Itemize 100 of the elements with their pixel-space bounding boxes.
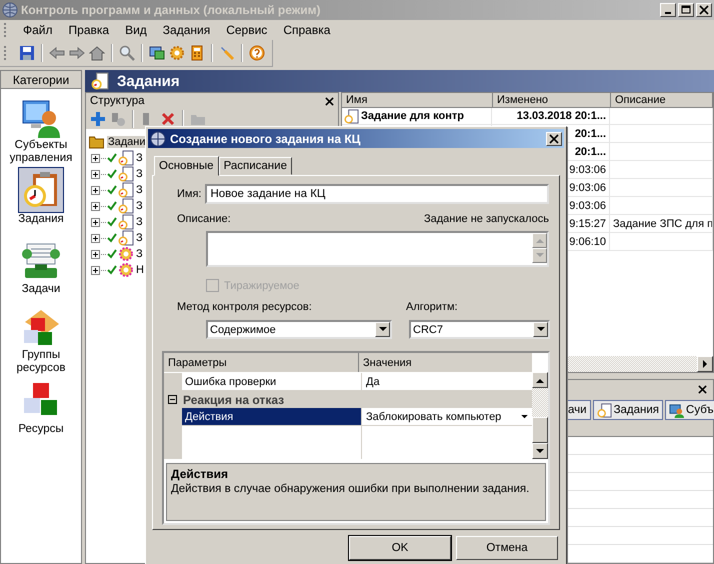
dialog-title: Создание нового задания на КЦ <box>170 132 362 146</box>
maximize-icon <box>681 5 691 15</box>
expand-icon[interactable] <box>91 202 100 210</box>
category-label: Задачи <box>22 283 60 296</box>
clipboard-icon <box>596 402 612 418</box>
tree-item[interactable]: З <box>136 232 143 244</box>
category-label: Субъекты управления <box>8 139 74 165</box>
panel-tab[interactable]: Субъ <box>665 400 714 420</box>
description-field[interactable] <box>206 231 549 267</box>
name-field[interactable]: Новое задание на КЦ <box>205 184 549 204</box>
section-title: Задания <box>117 72 180 90</box>
minimize-button[interactable] <box>660 3 676 17</box>
menu-item[interactable]: Задания <box>154 23 218 37</box>
tree-item[interactable]: Задани <box>107 136 147 148</box>
menu-item[interactable]: Вид <box>117 23 155 37</box>
property-name[interactable]: Ошибка проверки <box>182 373 362 390</box>
property-value[interactable]: Да <box>366 376 380 388</box>
search-icon[interactable] <box>119 45 135 61</box>
method-dropdown[interactable]: Содержимое <box>206 320 392 339</box>
clipboard-clock-icon <box>118 182 134 198</box>
forward-arrow-icon[interactable] <box>69 45 85 61</box>
home-icon[interactable] <box>89 45 105 61</box>
close-button[interactable] <box>696 3 712 17</box>
category-item[interactable]: Задачи <box>1 229 81 299</box>
tree-item[interactable]: З <box>136 216 143 228</box>
status-text: Задание не запускалось <box>424 213 549 225</box>
expand-icon[interactable] <box>91 170 100 178</box>
property-name[interactable]: Действия <box>182 408 362 425</box>
gear-icon <box>118 262 134 278</box>
tree-item[interactable]: З <box>136 248 143 260</box>
close-icon <box>699 5 709 15</box>
monitor-icon[interactable] <box>149 45 165 61</box>
save-icon[interactable] <box>19 45 35 61</box>
expand-icon[interactable] <box>91 154 100 162</box>
expand-icon[interactable] <box>91 266 100 274</box>
right-arrow-icon[interactable] <box>701 360 709 368</box>
back-arrow-icon[interactable] <box>49 45 65 61</box>
menu-item[interactable]: Справка <box>275 23 338 37</box>
dropdown-arrow-icon[interactable] <box>521 414 528 418</box>
close-icon[interactable] <box>325 96 334 106</box>
expand-icon[interactable] <box>91 250 100 258</box>
column-header[interactable]: Изменено <box>493 93 611 107</box>
category-label: Ресурсы <box>18 423 64 436</box>
column-header[interactable]: Описание <box>611 93 713 107</box>
help-title: Действия <box>171 467 230 481</box>
menu-item[interactable]: Сервис <box>218 23 276 37</box>
clipboard-clock-icon <box>118 230 134 246</box>
delete-icon[interactable] <box>160 111 176 127</box>
scroll-up-button[interactable] <box>532 233 547 248</box>
table-cell: 9:03:06 <box>569 182 606 194</box>
category-label: Группы ресурсов <box>16 349 66 375</box>
down-arrow-icon[interactable] <box>536 448 544 454</box>
tree-item[interactable]: З <box>136 152 143 164</box>
clipboard-clock-icon <box>118 166 134 182</box>
tree-item[interactable]: З <box>136 184 143 196</box>
add-icon[interactable] <box>90 111 106 127</box>
dropdown-arrow-icon <box>378 327 386 332</box>
tab[interactable]: Основные <box>154 156 219 176</box>
table-cell: 9:03:06 <box>569 164 606 176</box>
property-value[interactable]: Заблокировать компьютер <box>366 410 502 422</box>
expand-icon[interactable] <box>91 186 100 194</box>
scroll-down-button[interactable] <box>532 248 547 263</box>
column-header[interactable]: Имя <box>342 93 493 107</box>
column-header: Параметры <box>164 353 359 372</box>
tree-item[interactable]: З <box>136 200 143 212</box>
dialog-button[interactable]: Отмена <box>456 536 558 560</box>
expand-icon[interactable] <box>91 218 100 226</box>
menu-item[interactable]: Правка <box>60 23 118 37</box>
close-button[interactable] <box>546 132 562 146</box>
clipboard-clock-icon <box>118 214 134 230</box>
dialog-button[interactable]: OK <box>349 536 451 560</box>
tab[interactable]: Расписание <box>218 157 292 175</box>
calculator-icon[interactable] <box>189 45 205 61</box>
minimize-icon <box>665 12 671 14</box>
panel-title: Структура <box>90 95 145 107</box>
window-title: Контроль программ и данных (локальный режим) <box>21 3 322 17</box>
computer-user-icon <box>669 402 684 418</box>
category-name: Реакция на отказ <box>183 392 284 406</box>
menu-item[interactable]: Файл <box>15 23 61 37</box>
algorithm-dropdown[interactable]: CRC7 <box>409 320 550 339</box>
table-cell: Задание ЗПС для п <box>613 218 712 230</box>
tree-item[interactable]: З <box>136 168 143 180</box>
collapse-icon[interactable] <box>168 395 177 404</box>
clipboard-clock-icon <box>118 150 134 166</box>
close-icon[interactable] <box>698 384 707 394</box>
up-arrow-icon[interactable] <box>536 378 544 382</box>
globe-icon <box>2 2 18 18</box>
gear-icon[interactable] <box>169 45 185 61</box>
folder-icon <box>88 134 105 148</box>
maximize-button[interactable] <box>678 3 694 17</box>
panel-tab[interactable]: Задания <box>592 400 664 420</box>
tree-item[interactable]: Н <box>136 264 144 276</box>
table-cell: 9:06:10 <box>569 236 606 248</box>
table-cell: 9:15:27 <box>569 218 606 230</box>
expand-icon[interactable] <box>91 234 100 242</box>
field-label: Имя: <box>177 188 202 200</box>
help-icon[interactable] <box>249 45 265 61</box>
column-header: Значения <box>362 356 412 370</box>
close-icon <box>549 134 559 144</box>
help-text: Действия в случае обнаружения ошибки при выполнении задания. <box>171 483 530 495</box>
